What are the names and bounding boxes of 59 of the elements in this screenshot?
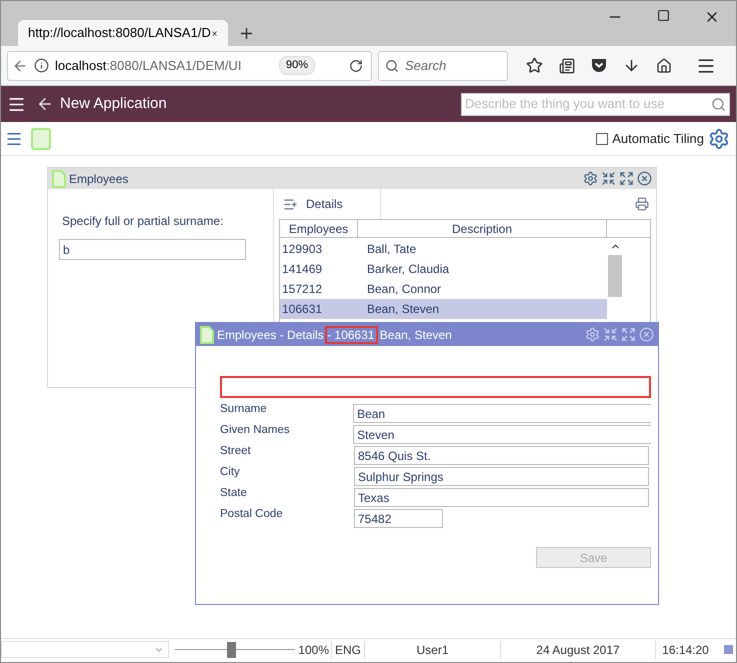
table-row[interactable]: 141469 Barker, Claudia (280, 259, 607, 279)
info-icon[interactable] (34, 58, 49, 73)
field-label: Surname (220, 402, 268, 417)
search-icon (711, 96, 726, 112)
field-label: Street (220, 444, 252, 459)
browser-tab[interactable]: http://localhost:8080/LANSA1/D (18, 20, 228, 46)
shrink-icon[interactable] (601, 171, 616, 186)
prompt-label: Specify full or partial surname: (61, 213, 224, 230)
back-icon[interactable] (12, 58, 28, 74)
text-field[interactable]: Sulphur Springs (354, 467, 649, 486)
text-field[interactable]: 8546 Quis St. (354, 446, 649, 465)
user-name: User1 (364, 640, 500, 658)
details-tab[interactable]: Details (279, 189, 381, 219)
url-text: localhost:8080/LANSA1/DEM/UI (55, 56, 242, 75)
text-field[interactable]: Bean (353, 404, 651, 423)
home-icon[interactable] (656, 58, 672, 74)
date-text: 24 August 2017 (500, 640, 655, 658)
language-indicator: ENG (331, 640, 364, 658)
column-header[interactable]: Description (358, 220, 607, 237)
zoom-level: 100% (297, 642, 330, 658)
surname-filter-field[interactable]: b (59, 239, 246, 260)
back-icon[interactable] (36, 95, 54, 113)
download-icon[interactable] (623, 57, 640, 74)
printer-icon[interactable] (635, 197, 649, 211)
zoom-badge[interactable]: 90% (279, 56, 316, 75)
field-label: City (220, 465, 241, 480)
settings-icon[interactable] (583, 171, 598, 186)
field-label: Given Names (220, 423, 291, 438)
settings-icon[interactable] (708, 128, 730, 150)
star-icon[interactable] (526, 57, 543, 74)
pocket-icon[interactable] (591, 58, 607, 73)
new-tab-icon[interactable] (238, 25, 255, 42)
maximize-icon[interactable] (657, 9, 670, 22)
search-field[interactable]: Search (378, 50, 508, 80)
table-row[interactable]: 157212 Bean, Connor (280, 279, 607, 299)
field-label: Postal Code (220, 507, 284, 522)
automatic-tiling-checkbox[interactable]: Automatic Tiling (596, 128, 704, 148)
text-field[interactable]: Steven (353, 425, 651, 444)
text-field[interactable]: 75482 (354, 509, 443, 528)
search-icon (385, 58, 399, 72)
app-title: New Application (60, 94, 167, 114)
reload-icon[interactable] (349, 58, 363, 72)
zoom-slider[interactable] (175, 642, 295, 658)
document-icon (52, 170, 66, 188)
field-label: State (220, 486, 248, 501)
reader-icon[interactable] (559, 58, 575, 74)
table-row[interactable]: 129903 Ball, Tate (280, 239, 607, 259)
list-icon (283, 196, 298, 212)
document-icon (200, 326, 214, 344)
slider-thumb[interactable] (227, 642, 236, 658)
text-field[interactable]: Texas (354, 488, 649, 507)
status-square-icon (724, 645, 733, 654)
time-text: 16:14:20 (655, 640, 715, 658)
window-title: Employees (69, 170, 128, 188)
column-header[interactable]: Employees (280, 220, 358, 237)
table-row[interactable]: 106631 Bean, Steven (280, 299, 607, 319)
window-title: Employees - Details - 106631 Bean, Steven (217, 326, 452, 344)
expand-icon[interactable] (619, 171, 634, 186)
url-bar[interactable]: localhost:8080/LANSA1/DEM/UI 90% (7, 50, 372, 80)
